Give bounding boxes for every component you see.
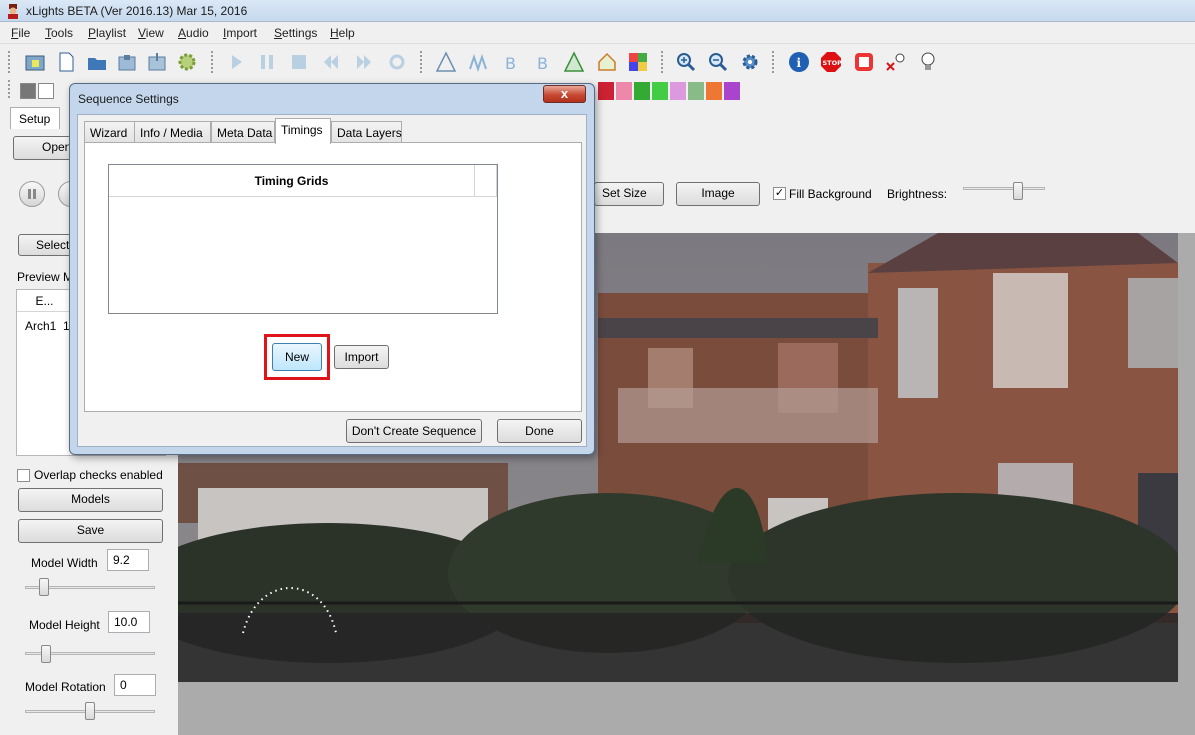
toolbar-grip-2 bbox=[211, 51, 214, 73]
bulb-off-icon[interactable] bbox=[883, 49, 909, 75]
svg-text:i: i bbox=[797, 56, 802, 70]
last-frame-icon[interactable] bbox=[351, 49, 377, 75]
menu-settings[interactable]: Settings bbox=[274, 26, 317, 40]
menu-file[interactable]: File bbox=[11, 26, 30, 40]
overlap-label: Overlap checks enabled bbox=[34, 468, 163, 482]
model-rotation-field[interactable]: 0 bbox=[114, 674, 156, 696]
stop-icon[interactable] bbox=[286, 49, 312, 75]
model-height-field[interactable]: 10.0 bbox=[108, 611, 150, 633]
list-header-enabled[interactable]: E... bbox=[17, 290, 73, 312]
tab-wizard[interactable]: Wizard bbox=[84, 121, 140, 143]
colorful-icon[interactable] bbox=[625, 49, 651, 75]
save-button[interactable]: Save bbox=[18, 519, 163, 543]
effect-swatch-gray[interactable] bbox=[20, 83, 36, 99]
model-rotation-label: Model Rotation bbox=[25, 680, 106, 694]
model-width-slider-thumb[interactable] bbox=[39, 578, 49, 596]
open-folder-icon[interactable] bbox=[22, 49, 48, 75]
svg-text:B: B bbox=[505, 54, 516, 73]
toolbar-grip-3 bbox=[420, 51, 423, 73]
zoom-out-icon[interactable] bbox=[705, 49, 731, 75]
models-button[interactable]: Models bbox=[18, 488, 163, 512]
tab-info-media[interactable]: Info / Media bbox=[134, 121, 211, 143]
import-timing-button[interactable]: Import bbox=[334, 345, 389, 369]
first-frame-icon[interactable] bbox=[318, 49, 344, 75]
zoom-in-icon[interactable] bbox=[673, 49, 699, 75]
play-icon[interactable] bbox=[223, 49, 249, 75]
brightness-slider-thumb[interactable] bbox=[1013, 182, 1023, 200]
done-button[interactable]: Done bbox=[497, 419, 582, 443]
pause-round-button[interactable] bbox=[19, 181, 45, 207]
timing-grids-header[interactable]: Timing Grids bbox=[109, 165, 475, 197]
pause-icon[interactable] bbox=[254, 49, 280, 75]
toolbar-grip bbox=[8, 51, 11, 73]
render-gear-icon[interactable] bbox=[174, 49, 200, 75]
open-button[interactable]: Open bbox=[13, 136, 75, 160]
house-icon[interactable] bbox=[594, 49, 620, 75]
dialog-body: Wizard Info / Media Meta Data Timings Da… bbox=[77, 114, 587, 447]
info-icon[interactable]: i bbox=[786, 49, 812, 75]
title-bar: xLights BETA (Ver 2016.13) Mar 15, 2016 bbox=[0, 0, 1195, 22]
timings-tab-page: Timing Grids New Import bbox=[84, 142, 582, 412]
dont-create-sequence-button[interactable]: Don't Create Sequence bbox=[346, 419, 482, 443]
tab-timings[interactable]: Timings bbox=[275, 118, 331, 144]
tab-setup[interactable]: Setup bbox=[10, 107, 60, 129]
timing-grids-header-extra bbox=[475, 165, 497, 197]
fill-background-label: Fill Background bbox=[789, 187, 872, 201]
tool-c-icon[interactable]: B bbox=[497, 49, 523, 75]
stop-render-icon[interactable] bbox=[851, 49, 877, 75]
model-height-slider-thumb[interactable] bbox=[41, 645, 51, 663]
main-toolbar: B B i STOP bbox=[0, 45, 1195, 79]
dialog-title: Sequence Settings bbox=[78, 92, 179, 106]
svg-text:STOP: STOP bbox=[823, 59, 843, 67]
toolbar-grip-4 bbox=[661, 51, 664, 73]
overlap-checkbox[interactable] bbox=[17, 469, 30, 482]
effect-icons-strip[interactable] bbox=[598, 82, 743, 100]
save-as-icon[interactable] bbox=[144, 49, 170, 75]
open-icon[interactable] bbox=[84, 49, 110, 75]
model-width-field[interactable]: 9.2 bbox=[107, 549, 149, 571]
preview-models-label: Preview M bbox=[17, 270, 74, 284]
close-icon: x bbox=[560, 86, 569, 101]
list-row-name[interactable]: Arch1 bbox=[25, 319, 56, 333]
menu-playlist[interactable]: Playlist bbox=[88, 26, 126, 40]
model-height-label: Model Height bbox=[29, 618, 100, 632]
timing-grids-list[interactable]: Timing Grids bbox=[108, 164, 498, 314]
effects-toolbar-grip bbox=[8, 80, 11, 98]
save-icon[interactable] bbox=[114, 49, 140, 75]
menu-view[interactable]: View bbox=[138, 26, 164, 40]
repeat-icon[interactable] bbox=[384, 49, 410, 75]
set-size-button[interactable]: Set Size bbox=[594, 182, 664, 206]
effect-swatch-white[interactable] bbox=[38, 83, 54, 99]
image-button[interactable]: Image bbox=[676, 182, 760, 206]
bulb-icon[interactable] bbox=[915, 49, 941, 75]
model-rotation-slider-thumb[interactable] bbox=[85, 702, 95, 720]
menu-audio[interactable]: Audio bbox=[178, 26, 209, 40]
xlights-app-icon bbox=[8, 4, 18, 19]
pause-icon bbox=[28, 189, 36, 199]
tab-meta-data[interactable]: Meta Data bbox=[211, 121, 275, 143]
settings-gear-icon[interactable] bbox=[737, 49, 763, 75]
new-file-icon[interactable] bbox=[53, 49, 79, 75]
window-title: xLights BETA (Ver 2016.13) Mar 15, 2016 bbox=[26, 4, 248, 18]
svg-text:B: B bbox=[537, 54, 548, 73]
new-timing-button[interactable]: New bbox=[272, 343, 322, 371]
checkmark-icon: ✓ bbox=[774, 187, 785, 199]
tool-d-icon[interactable]: B bbox=[529, 49, 555, 75]
fill-background-checkbox[interactable]: ✓ bbox=[773, 187, 786, 200]
menu-import[interactable]: Import bbox=[223, 26, 257, 40]
brightness-label: Brightness: bbox=[887, 187, 948, 201]
menu-tools[interactable]: Tools bbox=[45, 26, 73, 40]
tool-e-icon[interactable] bbox=[561, 49, 587, 75]
stop-sign-icon[interactable]: STOP bbox=[818, 49, 844, 75]
model-width-label: Model Width bbox=[31, 556, 98, 570]
tool-b-icon[interactable] bbox=[465, 49, 491, 75]
brightness-slider-track[interactable] bbox=[963, 187, 1045, 190]
tab-data-layers[interactable]: Data Layers bbox=[331, 121, 402, 143]
toolbar-grip-5 bbox=[772, 51, 775, 73]
sequence-settings-dialog: Sequence Settings x Wizard Info / Media … bbox=[69, 83, 595, 455]
dialog-close-button[interactable]: x bbox=[543, 85, 586, 103]
menu-bar: File Tools Playlist View Audio Import Se… bbox=[0, 22, 1195, 44]
menu-help[interactable]: Help bbox=[330, 26, 355, 40]
tool-a-icon[interactable] bbox=[433, 49, 459, 75]
